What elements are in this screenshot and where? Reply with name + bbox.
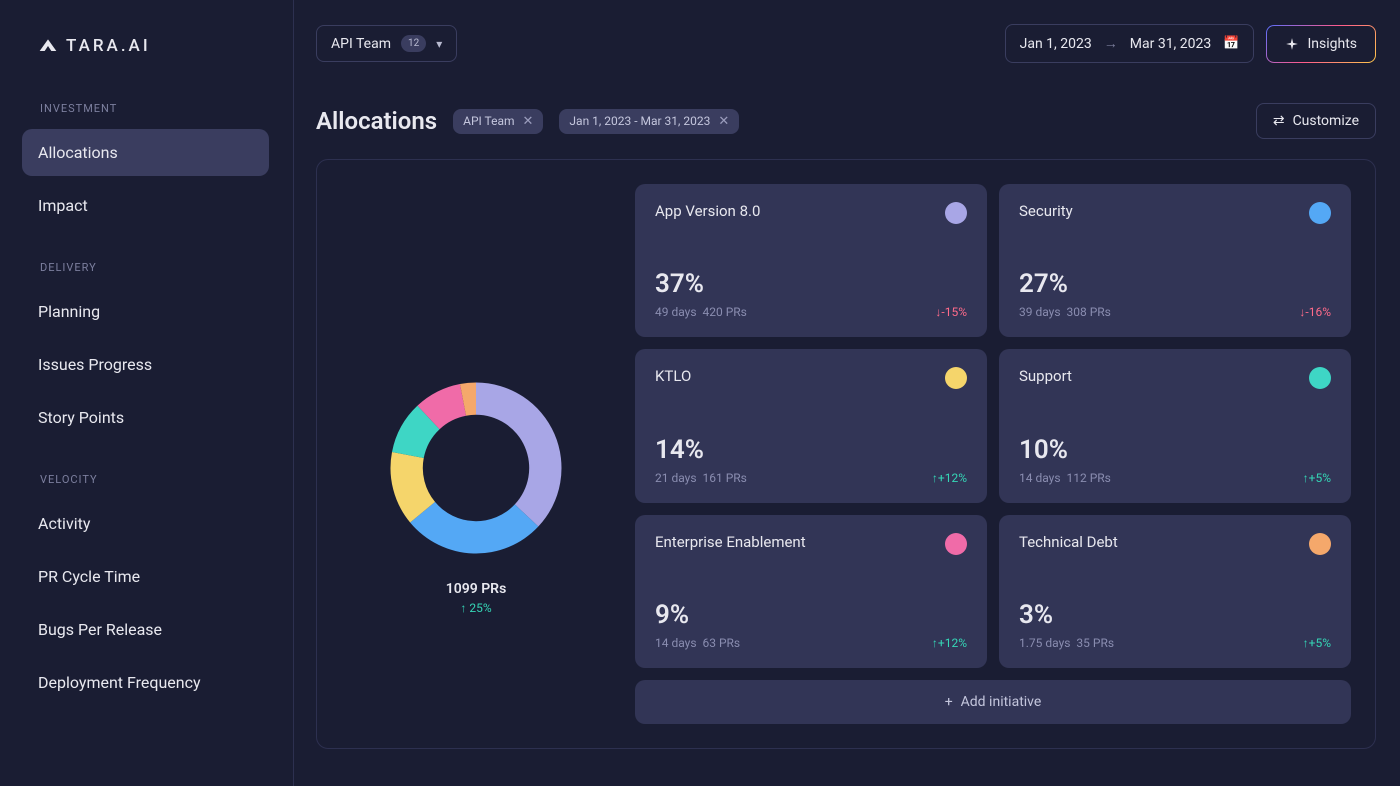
arrow-right-icon: → (1104, 35, 1118, 52)
initiative-card[interactable]: Enterprise Enablement 9% 14 days 63 PRs … (635, 515, 987, 668)
color-dot-icon (945, 202, 967, 224)
card-percentage: 14% (655, 435, 747, 465)
brand-name: TARA.AI (66, 36, 151, 56)
page-header: Allocations API Team ✕ Jan 1, 2023 - Mar… (316, 103, 1376, 139)
add-initiative-label: Add initiative (961, 694, 1042, 710)
card-percentage: 3% (1019, 600, 1114, 630)
sidebar-section-label: DELIVERY (38, 261, 269, 274)
color-dot-icon (1309, 202, 1331, 224)
sidebar-item-pr-cycle-time[interactable]: PR Cycle Time (22, 553, 269, 600)
plus-icon: + (945, 694, 953, 710)
initiative-card[interactable]: KTLO 14% 21 days 161 PRs ↑+12% (635, 349, 987, 502)
card-percentage: 9% (655, 600, 740, 630)
team-name: API Team (331, 36, 391, 52)
sliders-icon: ⇄ (1273, 113, 1285, 129)
card-delta: ↓-16% (1299, 305, 1331, 319)
initiative-card[interactable]: Technical Debt 3% 1.75 days 35 PRs ↑+5% (999, 515, 1351, 668)
chip-team-label: API Team (463, 114, 514, 128)
filter-chip-team[interactable]: API Team ✕ (453, 109, 543, 134)
card-title: Technical Debt (1019, 533, 1118, 551)
chevron-down-icon: ▾ (436, 37, 442, 51)
sidebar: TARA.AI INVESTMENTAllocationsImpactDELIV… (0, 0, 294, 786)
card-title: Support (1019, 367, 1072, 385)
card-meta: 14 days 63 PRs (655, 636, 740, 650)
close-icon[interactable]: ✕ (523, 114, 534, 129)
sidebar-item-deployment-frequency[interactable]: Deployment Frequency (22, 659, 269, 706)
donut-panel: 1099 PRs ↑ 25% (341, 184, 611, 724)
sidebar-item-planning[interactable]: Planning (22, 288, 269, 335)
card-meta: 14 days 112 PRs (1019, 471, 1111, 485)
donut-segment (476, 383, 562, 527)
card-meta: 49 days 420 PRs (655, 305, 747, 319)
sidebar-section-label: INVESTMENT (38, 102, 269, 115)
insights-label: Insights (1307, 36, 1357, 52)
card-delta: ↑+12% (932, 636, 967, 650)
sidebar-item-activity[interactable]: Activity (22, 500, 269, 547)
close-icon[interactable]: ✕ (718, 114, 729, 129)
insights-button[interactable]: Insights (1266, 25, 1376, 63)
card-delta: ↑+5% (1303, 471, 1331, 485)
card-percentage: 27% (1019, 269, 1111, 299)
card-delta: ↓-15% (935, 305, 967, 319)
card-title: App Version 8.0 (655, 202, 760, 220)
main-content: API Team 12 ▾ Jan 1, 2023 → Mar 31, 2023… (294, 0, 1400, 786)
initiative-cards-grid: App Version 8.0 37% 49 days 420 PRs ↓-15… (635, 184, 1351, 724)
initiative-card[interactable]: Security 27% 39 days 308 PRs ↓-16% (999, 184, 1351, 337)
brand-logo: TARA.AI (38, 36, 269, 56)
filter-chip-range[interactable]: Jan 1, 2023 - Mar 31, 2023 ✕ (559, 109, 739, 134)
donut-caption: 1099 PRs ↑ 25% (446, 581, 507, 615)
date-start: Jan 1, 2023 (1020, 36, 1092, 52)
initiative-card[interactable]: App Version 8.0 37% 49 days 420 PRs ↓-15… (635, 184, 987, 337)
card-meta: 39 days 308 PRs (1019, 305, 1111, 319)
color-dot-icon (945, 533, 967, 555)
customize-label: Customize (1293, 113, 1359, 129)
donut-segment (410, 502, 538, 554)
brand-logo-icon (38, 36, 58, 56)
sidebar-section-label: VELOCITY (38, 473, 269, 486)
allocations-panel: 1099 PRs ↑ 25% App Version 8.0 37% 49 da… (316, 159, 1376, 749)
initiative-card[interactable]: Support 10% 14 days 112 PRs ↑+5% (999, 349, 1351, 502)
customize-button[interactable]: ⇄ Customize (1256, 103, 1376, 139)
card-meta: 21 days 161 PRs (655, 471, 747, 485)
sidebar-item-bugs-per-release[interactable]: Bugs Per Release (22, 606, 269, 653)
card-meta: 1.75 days 35 PRs (1019, 636, 1114, 650)
chip-range-label: Jan 1, 2023 - Mar 31, 2023 (569, 114, 710, 128)
donut-total: 1099 PRs (446, 581, 507, 597)
team-count-badge: 12 (401, 35, 426, 52)
card-title: Security (1019, 202, 1073, 220)
color-dot-icon (945, 367, 967, 389)
team-dropdown[interactable]: API Team 12 ▾ (316, 25, 457, 62)
card-delta: ↑+12% (932, 471, 967, 485)
calendar-icon: 📅 (1223, 36, 1239, 51)
page-title: Allocations (316, 107, 437, 135)
color-dot-icon (1309, 367, 1331, 389)
card-percentage: 10% (1019, 435, 1111, 465)
sidebar-item-impact[interactable]: Impact (22, 182, 269, 229)
donut-change: ↑ 25% (446, 601, 507, 615)
add-initiative-button[interactable]: + Add initiative (635, 680, 1351, 724)
date-range-picker[interactable]: Jan 1, 2023 → Mar 31, 2023 📅 (1005, 24, 1255, 63)
sidebar-item-allocations[interactable]: Allocations (22, 129, 269, 176)
card-percentage: 37% (655, 269, 747, 299)
card-title: KTLO (655, 367, 691, 385)
sparkle-icon (1285, 37, 1299, 51)
sidebar-item-story-points[interactable]: Story Points (22, 394, 269, 441)
card-delta: ↑+5% (1303, 636, 1331, 650)
donut-chart (381, 373, 571, 563)
card-title: Enterprise Enablement (655, 533, 806, 551)
sidebar-item-issues-progress[interactable]: Issues Progress (22, 341, 269, 388)
topbar: API Team 12 ▾ Jan 1, 2023 → Mar 31, 2023… (316, 24, 1376, 63)
sidebar-nav: INVESTMENTAllocationsImpactDELIVERYPlann… (38, 102, 269, 706)
date-end: Mar 31, 2023 (1130, 36, 1212, 52)
color-dot-icon (1309, 533, 1331, 555)
